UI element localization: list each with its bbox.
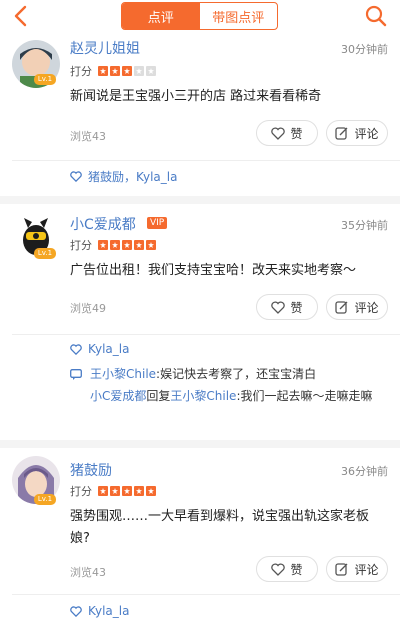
star-icon [98, 240, 108, 250]
comment-text: 新闻说是王宝强小三开的店 路过来看看稀奇 [70, 89, 322, 104]
divider [12, 334, 400, 335]
comment-button[interactable]: 评论 [326, 120, 388, 146]
reply-target[interactable]: 王小黎Chile [170, 389, 236, 403]
comment-item: Lv.1 猪鼓励 36分钟前 打分 强势围观……一大早看到爆料，说宝强出轨这家老… [0, 448, 400, 626]
heart-icon [271, 300, 286, 314]
comment-button[interactable]: 评论 [326, 556, 388, 582]
reply-word: 回复 [146, 389, 171, 403]
rating-label: 打分 [70, 65, 92, 78]
star-icon [98, 66, 108, 76]
comment-label: 评论 [354, 126, 379, 141]
liked-by-names[interactable]: Kyla_la [88, 342, 129, 356]
heart-icon [70, 605, 82, 617]
star-icon [110, 486, 120, 496]
view-count: 浏览43 [70, 130, 106, 143]
divider [12, 594, 400, 595]
liked-by: 猪鼓励，Kyla_la [70, 168, 177, 185]
timestamp: 36分钟前 [341, 465, 388, 478]
search-icon[interactable] [364, 4, 388, 28]
rating: 打分 [70, 484, 158, 498]
star-icon [146, 240, 156, 250]
timestamp: 30分钟前 [341, 43, 388, 56]
reply-item: 小C爱成都回复王小黎Chile:我们一起去嘛～走嘛走嘛 [70, 386, 386, 406]
rating-label: 打分 [70, 485, 92, 498]
back-chevron-icon[interactable] [10, 4, 32, 28]
edit-icon [335, 301, 348, 314]
comment-label: 评论 [354, 562, 379, 577]
section-separator [0, 196, 400, 204]
vip-badge: VIP [147, 217, 168, 229]
star-icon [122, 240, 132, 250]
like-button[interactable]: 赞 [256, 120, 318, 146]
tab-photo-reviews[interactable]: 带图点评 [200, 3, 278, 29]
tab-reviews[interactable]: 点评 [122, 3, 200, 29]
comment-text: 广告位出租！我们支持宝宝哈！改天来实地考察～ [70, 263, 357, 278]
star-icon [122, 66, 132, 76]
star-icon [134, 240, 144, 250]
review-tabs: 点评 带图点评 [121, 2, 278, 30]
heart-icon [271, 126, 286, 140]
username[interactable]: 猪鼓励 [70, 460, 112, 480]
view-count: 浏览43 [70, 566, 106, 579]
section-separator [0, 440, 400, 448]
star-icon [146, 486, 156, 496]
liked-by: Kyla_la [70, 342, 129, 356]
username[interactable]: 赵灵儿姐姐 [70, 38, 140, 58]
username[interactable]: 小C爱成都 [70, 214, 136, 234]
view-count: 浏览49 [70, 302, 106, 315]
level-badge: Lv.1 [34, 248, 56, 259]
star-icon [134, 486, 144, 496]
divider [12, 160, 400, 161]
timestamp: 35分钟前 [341, 219, 388, 232]
reply-text: :娱记快去考察了，还宝宝清白 [156, 367, 317, 381]
rating: 打分 [70, 64, 158, 78]
top-bar: 点评 带图点评 [0, 0, 400, 36]
star-icon [146, 66, 156, 76]
heart-icon [70, 171, 82, 182]
star-icon [134, 66, 144, 76]
comment-label: 评论 [354, 300, 379, 315]
liked-by: Kyla_la [70, 604, 129, 618]
reply-item: 王小黎Chile:娱记快去考察了，还宝宝清白 [70, 364, 386, 384]
liked-by-names[interactable]: Kyla_la [88, 604, 129, 618]
liked-by-names[interactable]: 猪鼓励，Kyla_la [88, 168, 177, 185]
reply-author[interactable]: 王小黎Chile [90, 367, 156, 381]
comment-item: Lv.1 赵灵儿姐姐 30分钟前 打分 新闻说是王宝强小三开的店 路过来看看稀奇… [0, 36, 400, 196]
level-badge: Lv.1 [34, 74, 56, 85]
comment-text: 强势围观……一大早看到爆料，说宝强出轨这家老板娘? [70, 509, 370, 546]
star-icon [110, 66, 120, 76]
star-icon [110, 240, 120, 250]
rating: 打分 [70, 238, 158, 252]
star-icon [122, 486, 132, 496]
rating-label: 打分 [70, 239, 92, 252]
like-button[interactable]: 赞 [256, 556, 318, 582]
edit-icon [335, 127, 348, 140]
like-label: 赞 [290, 126, 303, 141]
like-button[interactable]: 赞 [256, 294, 318, 320]
chat-bubble-icon [70, 369, 82, 380]
like-label: 赞 [290, 300, 303, 315]
reply-author[interactable]: 小C爱成都 [90, 389, 146, 403]
comment-button[interactable]: 评论 [326, 294, 388, 320]
star-icon [98, 486, 108, 496]
like-label: 赞 [290, 562, 303, 577]
edit-icon [335, 563, 348, 576]
comment-item: Lv.1 小C爱成都 VIP 35分钟前 打分 广告位出租！我们支持宝宝哈！改天… [0, 204, 400, 440]
reply-text: :我们一起去嘛～走嘛走嘛 [236, 389, 373, 403]
heart-icon [271, 562, 286, 576]
heart-icon [70, 343, 82, 355]
level-badge: Lv.1 [34, 494, 56, 505]
